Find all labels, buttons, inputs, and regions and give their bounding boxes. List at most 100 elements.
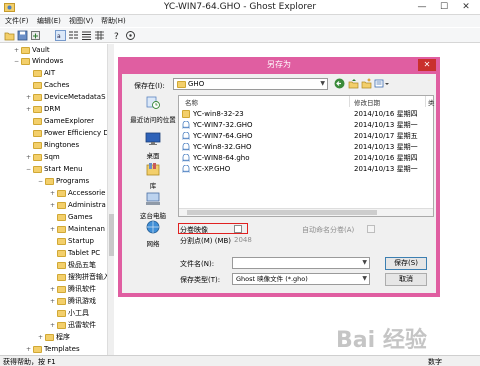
column-divider[interactable]: [425, 96, 426, 107]
expander-icon[interactable]: −: [38, 176, 45, 187]
expander-icon[interactable]: −: [14, 56, 21, 67]
expander-icon[interactable]: +: [14, 45, 21, 56]
file-list[interactable]: 名称 修改日期 类 YC-win8-32-23 2014/10/16 星期四 Y…: [178, 95, 435, 217]
tree-item[interactable]: Games: [50, 212, 93, 223]
expander-icon[interactable]: −: [26, 164, 33, 175]
split-size-value[interactable]: 2048: [234, 236, 252, 244]
save-button[interactable]: 保存(S): [385, 257, 427, 270]
menu-file[interactable]: 文件(F): [5, 16, 29, 26]
tree-item[interactable]: 小工具: [50, 308, 89, 319]
column-header-type[interactable]: 类: [428, 97, 435, 107]
tree-item[interactable]: + Maintenan: [50, 224, 105, 235]
tree-item[interactable]: + DeviceMetadataS: [26, 92, 106, 103]
expander-icon[interactable]: +: [26, 92, 33, 103]
folder-icon: [33, 130, 42, 137]
dialog-close-button[interactable]: ✕: [418, 59, 436, 71]
file-name: YC-win8-32-23: [193, 110, 244, 118]
menu-view[interactable]: 视图(V): [69, 16, 93, 26]
file-row[interactable]: YC-WIN7-32.GHO 2014/10/13 星期一: [182, 120, 432, 130]
expander-icon[interactable]: +: [50, 320, 57, 331]
tree-item[interactable]: − Windows: [14, 56, 63, 67]
chevron-down-icon[interactable]: ▼: [362, 274, 367, 284]
place-this-pc[interactable]: 这台电脑: [130, 192, 176, 220]
menu-edit[interactable]: 编辑(E): [37, 16, 61, 26]
new-folder-icon[interactable]: [361, 78, 372, 89]
view-menu-icon[interactable]: [374, 78, 390, 89]
file-list-scrollbar-thumb[interactable]: [187, 210, 377, 215]
maximize-button[interactable]: ☐: [434, 0, 454, 15]
tree-item[interactable]: + DRM: [26, 104, 60, 115]
folder-icon: [57, 202, 66, 209]
column-header-date[interactable]: 修改日期: [354, 97, 380, 107]
tree-item[interactable]: GameExplorer: [26, 116, 94, 127]
large-icons-icon[interactable]: a: [55, 30, 66, 41]
expander-icon[interactable]: +: [50, 200, 57, 211]
tree-scrollbar-thumb[interactable]: [109, 214, 114, 256]
expander-icon[interactable]: +: [26, 152, 33, 163]
place-libraries[interactable]: 库: [130, 162, 176, 190]
tree-item[interactable]: + Sqm: [26, 152, 60, 163]
back-icon[interactable]: [334, 78, 345, 89]
help-icon[interactable]: ?: [112, 30, 123, 41]
filename-input[interactable]: ▼: [232, 257, 370, 269]
up-folder-icon[interactable]: [348, 78, 359, 89]
list-icon[interactable]: [81, 30, 92, 41]
tree-item[interactable]: Startup: [50, 236, 94, 247]
expander-icon[interactable]: +: [50, 296, 57, 307]
tree-item[interactable]: + 迅雷软件: [50, 320, 96, 331]
auto-name-checkbox[interactable]: [367, 225, 375, 233]
details-icon[interactable]: [94, 30, 105, 41]
column-header-name[interactable]: 名称: [185, 97, 198, 107]
place-network[interactable]: 网络: [130, 220, 176, 248]
about-icon[interactable]: [125, 30, 136, 41]
tree-item[interactable]: Tablet PC: [50, 248, 100, 259]
save-icon[interactable]: [17, 30, 28, 41]
tree-item[interactable]: + Administra: [50, 200, 106, 211]
tree-item-label: 搜狗拼音输入: [68, 273, 110, 281]
tree-item[interactable]: Caches: [26, 80, 69, 91]
tree-item[interactable]: Power Efficiency D: [26, 128, 109, 139]
tree-item[interactable]: − Programs: [38, 176, 89, 187]
expander-icon[interactable]: +: [50, 284, 57, 295]
file-row[interactable]: YC-WIN8-64.gho 2014/10/16 星期四: [182, 153, 432, 163]
folder-tree[interactable]: + Vault − Windows AIT Caches + DeviceMetada…: [0, 44, 114, 355]
tree-item[interactable]: + Vault: [14, 45, 50, 56]
file-row[interactable]: YC-win8-32-23 2014/10/16 星期四: [182, 109, 432, 119]
small-icons-icon[interactable]: [68, 30, 79, 41]
cancel-button[interactable]: 取消: [385, 273, 427, 286]
network-icon: [146, 220, 160, 234]
file-list-scrollbar[interactable]: [179, 208, 433, 216]
tree-item[interactable]: + Accessorie: [50, 188, 105, 199]
minimize-button[interactable]: —: [412, 0, 432, 15]
extract-icon[interactable]: [30, 30, 41, 41]
file-row[interactable]: YC-XP.GHO 2014/10/13 星期一: [182, 164, 432, 174]
chevron-down-icon[interactable]: ▼: [362, 258, 367, 268]
tree-item[interactable]: + 腾讯软件: [50, 284, 96, 295]
tree-item[interactable]: 极品五笔: [50, 260, 96, 271]
expander-icon[interactable]: +: [38, 332, 45, 343]
place-recent[interactable]: 最近访问的位置: [130, 96, 176, 124]
tree-item[interactable]: + 程序: [38, 332, 70, 343]
expander-icon[interactable]: +: [50, 224, 57, 235]
save-as-dialog: 另存为 ✕ 保存在(I): GHO ▼ 最近访问的位置 桌面 库 这台电脑 网络…: [118, 57, 440, 297]
file-name: YC-XP.GHO: [193, 165, 231, 173]
tree-item[interactable]: Ringtones: [26, 140, 79, 151]
expander-icon[interactable]: +: [26, 344, 33, 355]
expander-icon[interactable]: +: [50, 188, 57, 199]
column-divider[interactable]: [349, 96, 350, 107]
close-button[interactable]: ✕: [456, 0, 476, 15]
save-in-select[interactable]: GHO ▼: [173, 78, 328, 90]
open-icon[interactable]: [4, 30, 15, 41]
file-row[interactable]: YC-Win8-32.GHO 2014/10/13 星期一: [182, 142, 432, 152]
menu-help[interactable]: 帮助(H): [101, 16, 126, 26]
tree-item[interactable]: − Start Menu: [26, 164, 83, 175]
tree-item[interactable]: 搜狗拼音输入: [50, 272, 110, 283]
expander-icon[interactable]: +: [26, 104, 33, 115]
tree-item[interactable]: AIT: [26, 68, 55, 79]
tree-scrollbar[interactable]: [107, 44, 114, 355]
tree-item[interactable]: + Templates: [26, 344, 80, 355]
filetype-select[interactable]: Ghost 映像文件 (*.gho) ▼: [232, 273, 370, 285]
tree-item[interactable]: + 腾讯游戏: [50, 296, 96, 307]
file-row[interactable]: YC-WIN7-64.GHO 2014/10/17 星期五: [182, 131, 432, 141]
place-desktop[interactable]: 桌面: [130, 132, 176, 160]
